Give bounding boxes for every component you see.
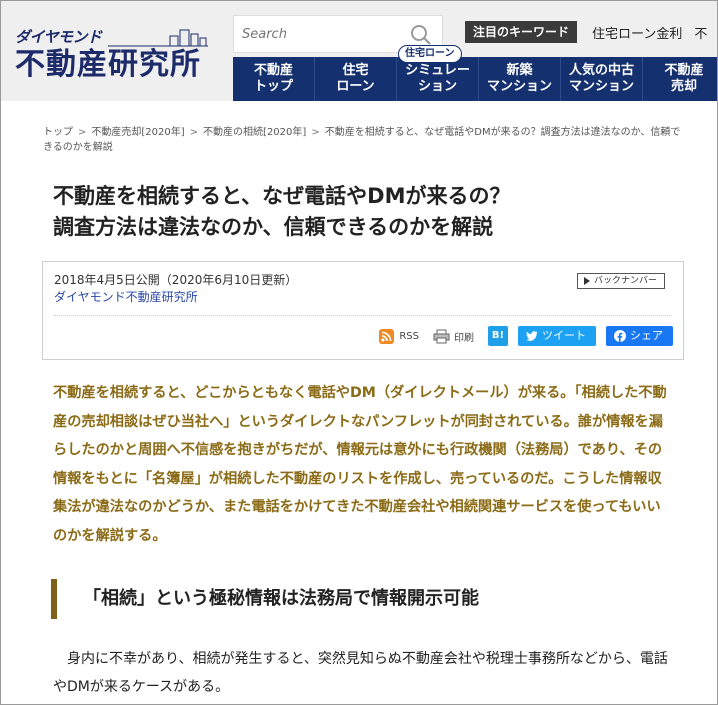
- rss-link[interactable]: RSS: [379, 328, 419, 344]
- breadcrumb-separator: >: [78, 127, 87, 138]
- nav-item-used-mansion[interactable]: 人気の中古 マンション: [561, 57, 643, 101]
- facebook-label: シェア: [630, 329, 663, 342]
- backnumber-button[interactable]: バックナンバー: [577, 273, 665, 289]
- site-header: ダイヤモンド 不動産研究所 注目のキーワード 住宅ローン金利 不: [1, 1, 717, 101]
- rss-label: RSS: [399, 330, 419, 342]
- keyword-link[interactable]: 不: [694, 23, 707, 42]
- author-link[interactable]: ダイヤモンド不動産研究所: [54, 288, 198, 305]
- search-icon[interactable]: [410, 24, 432, 46]
- breadcrumb-item[interactable]: トップ: [43, 127, 73, 138]
- tweet-label: ツイート: [542, 329, 586, 342]
- hatena-bookmark-button[interactable]: B!: [488, 326, 508, 346]
- breadcrumb-separator: >: [311, 127, 320, 138]
- page-title: 不動産を相続すると、なぜ電話やDMが来るの？ 調査方法は違法なのか、信頼できるの…: [53, 184, 511, 239]
- browser-frame: ダイヤモンド 不動産研究所 注目のキーワード 住宅ローン金利 不: [0, 0, 718, 705]
- article-lead: 不動産を相続すると、どこからともなく電話やDM（ダイレクトメール）が来る。「相続…: [53, 385, 667, 544]
- nav-item-new-mansion[interactable]: 新築 マンション: [479, 57, 561, 101]
- tweet-button[interactable]: ツイート: [518, 326, 596, 346]
- breadcrumb-item[interactable]: 不動産売却[2020年]: [91, 127, 184, 138]
- divider: [54, 315, 672, 316]
- breadcrumb: トップ > 不動産売却[2020年] > 不動産の相続[2020年] > 不動産を相続すると…: [43, 125, 683, 155]
- twitter-bird-icon: [526, 330, 538, 341]
- skyline-icon: [107, 29, 208, 47]
- share-row: RSS 印刷 B! ツイート シェア: [379, 325, 673, 347]
- keyword-links: 住宅ローン金利 不: [592, 21, 717, 43]
- facebook-icon: [614, 330, 626, 342]
- keyword-label: 注目のキーワード: [465, 21, 578, 43]
- breadcrumb-item[interactable]: 不動産の相続[2020年]: [203, 127, 306, 138]
- breadcrumb-separator: >: [189, 127, 199, 138]
- print-link[interactable]: 印刷: [433, 329, 474, 344]
- publish-date: 2018年4月5日公開（2020年6月10日更新）: [54, 273, 298, 287]
- rss-icon: [379, 328, 395, 344]
- logo-main-text: 不動産研究所: [15, 47, 201, 82]
- nav-item-sale[interactable]: 不動産 売却: [643, 57, 717, 101]
- nav-item-loan[interactable]: 住宅 ローン: [315, 57, 397, 101]
- article-body-paragraph: 身内に不幸があり、相続が発生すると、突然見知らぬ不動産会社や税理士事務所などから…: [53, 651, 668, 695]
- facebook-share-button[interactable]: シェア: [606, 326, 673, 346]
- nav-item-simulation[interactable]: シミュレー ション: [397, 57, 479, 101]
- nav-item-top[interactable]: 不動産 トップ: [233, 57, 315, 101]
- logo-top-row: ダイヤモンド: [15, 25, 220, 47]
- printer-icon: [433, 329, 450, 343]
- logo-small-text: ダイヤモンド: [15, 28, 102, 46]
- article-meta-box: 2018年4月5日公開（2020年6月10日更新） ダイヤモンド不動産研究所 バ…: [42, 261, 684, 360]
- nav-badge-loan: 住宅ローン: [398, 45, 462, 63]
- keyword-link[interactable]: 住宅ローン金利: [592, 23, 682, 42]
- print-label: 印刷: [454, 332, 474, 344]
- site-logo[interactable]: ダイヤモンド 不動産研究所: [15, 25, 220, 91]
- section-heading: 「相続」という極秘情報は法務局で情報開示可能: [51, 579, 681, 619]
- search-input[interactable]: [242, 26, 412, 42]
- main-nav: 不動産 トップ 住宅 ローン シミュレー ション 新築 マンション 人気の中古 …: [233, 57, 717, 101]
